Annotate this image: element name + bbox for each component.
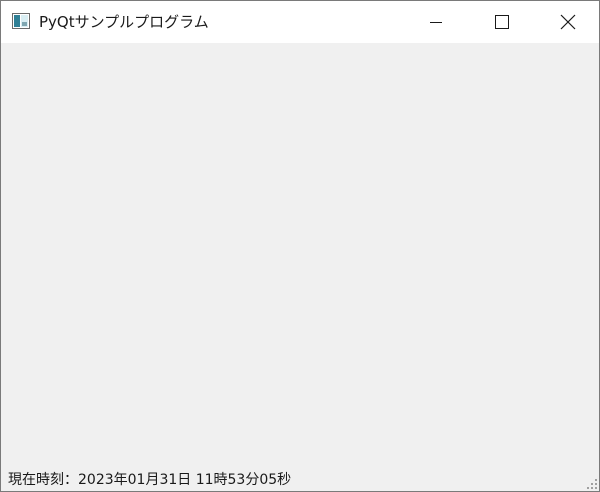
close-icon bbox=[560, 14, 576, 30]
maximize-button[interactable] bbox=[479, 1, 525, 43]
status-bar: 現在時刻：2023年01月31日 11時53分05秒 bbox=[1, 469, 599, 491]
app-window: PyQtサンプルプログラム 現在時刻：2023年01月31日 11時53分05秒 bbox=[0, 0, 600, 492]
maximize-icon bbox=[495, 15, 509, 29]
minimize-icon bbox=[430, 22, 442, 23]
size-grip-icon[interactable] bbox=[587, 479, 597, 489]
app-window-icon[interactable] bbox=[12, 13, 30, 29]
current-time-label: 現在時刻：2023年01月31日 11時53分05秒 bbox=[8, 472, 292, 488]
title-bar[interactable]: PyQtサンプルプログラム bbox=[1, 1, 599, 43]
main-client-area: 現在時刻：2023年01月31日 11時53分05秒 bbox=[1, 43, 599, 491]
window-title: PyQtサンプルプログラム bbox=[39, 13, 209, 31]
close-button[interactable] bbox=[545, 1, 591, 43]
minimize-button[interactable] bbox=[413, 1, 459, 43]
